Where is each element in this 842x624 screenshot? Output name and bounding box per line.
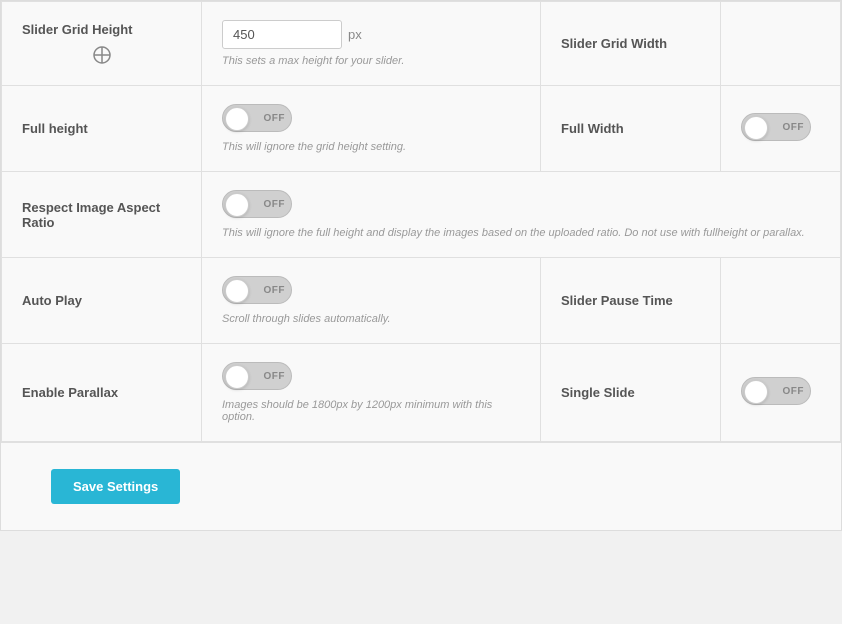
- enable-parallax-toggle-label: OFF: [264, 371, 286, 382]
- auto-play-toggle-label: OFF: [264, 285, 286, 296]
- full-height-row: Full height OFF This will ignore the gri…: [2, 86, 841, 172]
- settings-panel: Slider Grid Height px This sets a max he…: [0, 0, 842, 531]
- bottom-bar: Save Settings: [1, 442, 841, 530]
- respect-aspect-ratio-row: Respect Image Aspect Ratio OFF This will…: [2, 172, 841, 258]
- slider-pause-time-label: Slider Pause Time: [541, 258, 721, 344]
- single-slide-toggle-label: OFF: [783, 386, 805, 397]
- enable-parallax-toggle-track: OFF: [222, 362, 292, 390]
- full-width-toggle[interactable]: OFF: [741, 113, 811, 141]
- enable-parallax-row: Enable Parallax OFF Images should be 180…: [2, 344, 841, 442]
- enable-parallax-hint: Images should be 1800px by 1200px minimu…: [222, 399, 520, 423]
- respect-aspect-ratio-toggle-track: OFF: [222, 190, 292, 218]
- respect-aspect-ratio-control: OFF This will ignore the full height and…: [202, 172, 841, 258]
- settings-table: Slider Grid Height px This sets a max he…: [1, 1, 841, 442]
- auto-play-label: Auto Play: [2, 258, 202, 344]
- auto-play-row: Auto Play OFF Scroll through slides auto…: [2, 258, 841, 344]
- single-slide-toggle[interactable]: OFF: [741, 377, 811, 405]
- enable-parallax-label: Enable Parallax: [2, 344, 202, 442]
- slider-grid-height-hint: This sets a max height for your slider.: [222, 55, 520, 67]
- full-width-toggle-knob: [744, 116, 768, 140]
- full-height-toggle-track: OFF: [222, 104, 292, 132]
- full-height-toggle[interactable]: OFF: [222, 104, 292, 132]
- slider-grid-height-input[interactable]: [222, 20, 342, 49]
- respect-aspect-ratio-toggle-knob: [225, 193, 249, 217]
- auto-play-control: OFF Scroll through slides automatically.: [202, 258, 541, 344]
- respect-aspect-ratio-label: Respect Image Aspect Ratio: [2, 172, 202, 258]
- auto-play-toggle[interactable]: OFF: [222, 276, 292, 304]
- enable-parallax-control: OFF Images should be 1800px by 1200px mi…: [202, 344, 541, 442]
- slider-grid-width-label: Slider Grid Width: [541, 2, 721, 86]
- respect-aspect-ratio-toggle[interactable]: OFF: [222, 190, 292, 218]
- slider-grid-width-control: [721, 2, 841, 86]
- px-unit: px: [348, 27, 362, 42]
- save-settings-button[interactable]: Save Settings: [51, 469, 180, 504]
- respect-aspect-ratio-toggle-label: OFF: [264, 199, 286, 210]
- enable-parallax-toggle[interactable]: OFF: [222, 362, 292, 390]
- cursor-icon: [92, 45, 112, 65]
- full-width-toggle-track: OFF: [741, 113, 811, 141]
- auto-play-toggle-track: OFF: [222, 276, 292, 304]
- single-slide-toggle-track: OFF: [741, 377, 811, 405]
- full-height-hint: This will ignore the grid height setting…: [222, 141, 520, 153]
- auto-play-toggle-knob: [225, 279, 249, 303]
- full-width-label: Full Width: [541, 86, 721, 172]
- full-height-control: OFF This will ignore the grid height set…: [202, 86, 541, 172]
- respect-aspect-ratio-hint: This will ignore the full height and dis…: [222, 227, 820, 239]
- slider-grid-height-label: Slider Grid Height: [2, 2, 202, 86]
- slider-grid-height-control: px This sets a max height for your slide…: [202, 2, 541, 86]
- single-slide-toggle-knob: [744, 380, 768, 404]
- slider-grid-height-row: Slider Grid Height px This sets a max he…: [2, 2, 841, 86]
- enable-parallax-toggle-knob: [225, 365, 249, 389]
- single-slide-control: OFF: [721, 344, 841, 442]
- full-height-toggle-label: OFF: [264, 113, 286, 124]
- slider-pause-time-control: [721, 258, 841, 344]
- single-slide-label: Single Slide: [541, 344, 721, 442]
- full-height-label: Full height: [2, 86, 202, 172]
- full-width-control: OFF: [721, 86, 841, 172]
- full-height-toggle-knob: [225, 107, 249, 131]
- full-width-toggle-label: OFF: [783, 122, 805, 133]
- auto-play-hint: Scroll through slides automatically.: [222, 313, 520, 325]
